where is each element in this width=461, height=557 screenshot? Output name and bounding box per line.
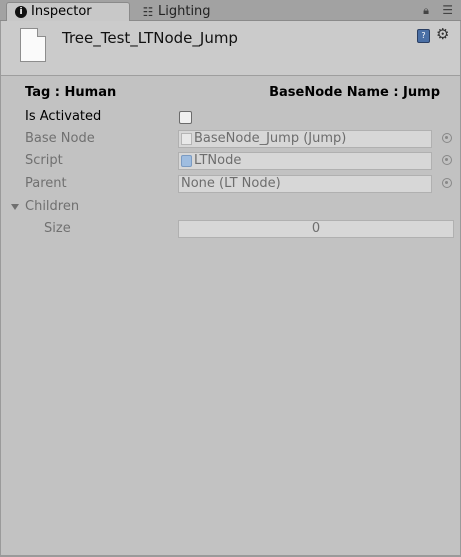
lighting-icon: ☷ [142, 4, 154, 19]
foldout-arrow-icon[interactable] [11, 204, 19, 210]
tab-bar: i Inspector ☷ Lighting 🔒︎ ☰ [0, 0, 461, 21]
script-icon [181, 155, 192, 167]
base-node-field[interactable]: BaseNode_Jump (Jump) [178, 130, 432, 148]
parent-field[interactable]: None (LT Node) [178, 175, 432, 193]
is-activated-row: Is Activated [1, 107, 460, 127]
base-node-row: Base Node BaseNode_Jump (Jump) [1, 129, 460, 149]
tab-lighting-label: Lighting [158, 3, 211, 19]
object-picker-icon[interactable] [442, 178, 452, 188]
object-picker-icon[interactable] [442, 133, 452, 143]
children-row[interactable]: Children [1, 197, 460, 217]
tab-inspector[interactable]: i Inspector [6, 2, 130, 21]
basenode-name-label: BaseNode Name : Jump [269, 85, 440, 100]
object-picker-icon[interactable] [442, 155, 452, 165]
tag-label: Tag : Human [25, 85, 117, 100]
base-node-value: BaseNode_Jump (Jump) [194, 131, 347, 146]
is-activated-label: Is Activated [25, 109, 102, 124]
info-icon: i [15, 6, 27, 18]
script-value: LTNode [194, 153, 242, 168]
size-row: Size 0 [1, 219, 460, 239]
size-field[interactable]: 0 [178, 220, 454, 238]
asset-title: Tree_Test_LTNode_Jump [62, 29, 238, 47]
script-row: Script LTNode [1, 151, 460, 171]
inspector-panel: Tree_Test_LTNode_Jump ? ⚙ Tag : Human Ba… [0, 21, 461, 557]
script-label: Script [25, 153, 63, 168]
size-label: Size [44, 221, 71, 236]
inspector-header: Tree_Test_LTNode_Jump ? ⚙ [1, 21, 460, 76]
object-icon [181, 133, 192, 145]
children-label: Children [25, 199, 80, 214]
tab-inspector-label: Inspector [31, 4, 92, 19]
size-value: 0 [311, 221, 321, 236]
node-info-row: Tag : Human BaseNode Name : Jump [1, 85, 460, 105]
parent-row: Parent None (LT Node) [1, 174, 460, 194]
book-icon[interactable]: ? [417, 29, 430, 43]
document-icon [20, 28, 46, 62]
base-node-label: Base Node [25, 131, 95, 146]
tab-lighting[interactable]: ☷ Lighting [134, 2, 258, 21]
menu-icon[interactable]: ☰ [442, 3, 453, 17]
parent-value: None (LT Node) [181, 176, 281, 191]
parent-label: Parent [25, 176, 67, 191]
lock-icon[interactable]: 🔒︎ [423, 4, 429, 18]
is-activated-checkbox[interactable] [179, 111, 192, 124]
gear-icon[interactable]: ⚙ [436, 25, 449, 43]
script-field[interactable]: LTNode [178, 152, 432, 170]
